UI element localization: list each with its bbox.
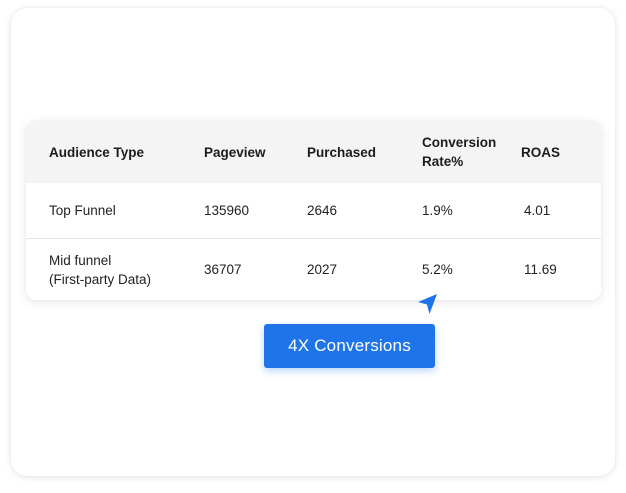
header-pageview[interactable]: Pageview: [204, 121, 299, 183]
cell-purchased: 2646: [307, 203, 338, 218]
header-audience-type[interactable]: Audience Type: [49, 121, 199, 183]
cell-roas: 4.01: [524, 203, 551, 218]
cell-conversion-rate: 1.9%: [422, 203, 453, 218]
audience-table: Audience Type Pageview Purchased Convers…: [26, 121, 601, 300]
cell-pageview: 135960: [204, 203, 250, 218]
cell-purchased: 2027: [307, 262, 338, 277]
cursor-arrow-icon: [418, 294, 437, 314]
cell-roas: 11.69: [524, 262, 557, 277]
table-row: Top Funnel 135960 2646 1.9% 4.01: [26, 183, 601, 238]
cell-pageview: 36707: [204, 262, 242, 277]
cell-audience-type: Mid funnel (First-party Data): [49, 252, 152, 287]
header-conversion-rate[interactable]: Conversion Rate%: [422, 121, 512, 183]
table-header-row: Audience Type Pageview Purchased Convers…: [26, 121, 601, 183]
table-row: Mid funnel (First-party Data) 36707 2027…: [26, 238, 601, 300]
header-purchased[interactable]: Purchased: [307, 121, 412, 183]
cell-conversion-rate: 5.2%: [422, 262, 453, 277]
cell-audience-type: Top Funnel: [49, 203, 116, 218]
conversions-button[interactable]: 4X Conversions: [264, 324, 435, 368]
header-roas[interactable]: ROAS: [521, 121, 591, 183]
